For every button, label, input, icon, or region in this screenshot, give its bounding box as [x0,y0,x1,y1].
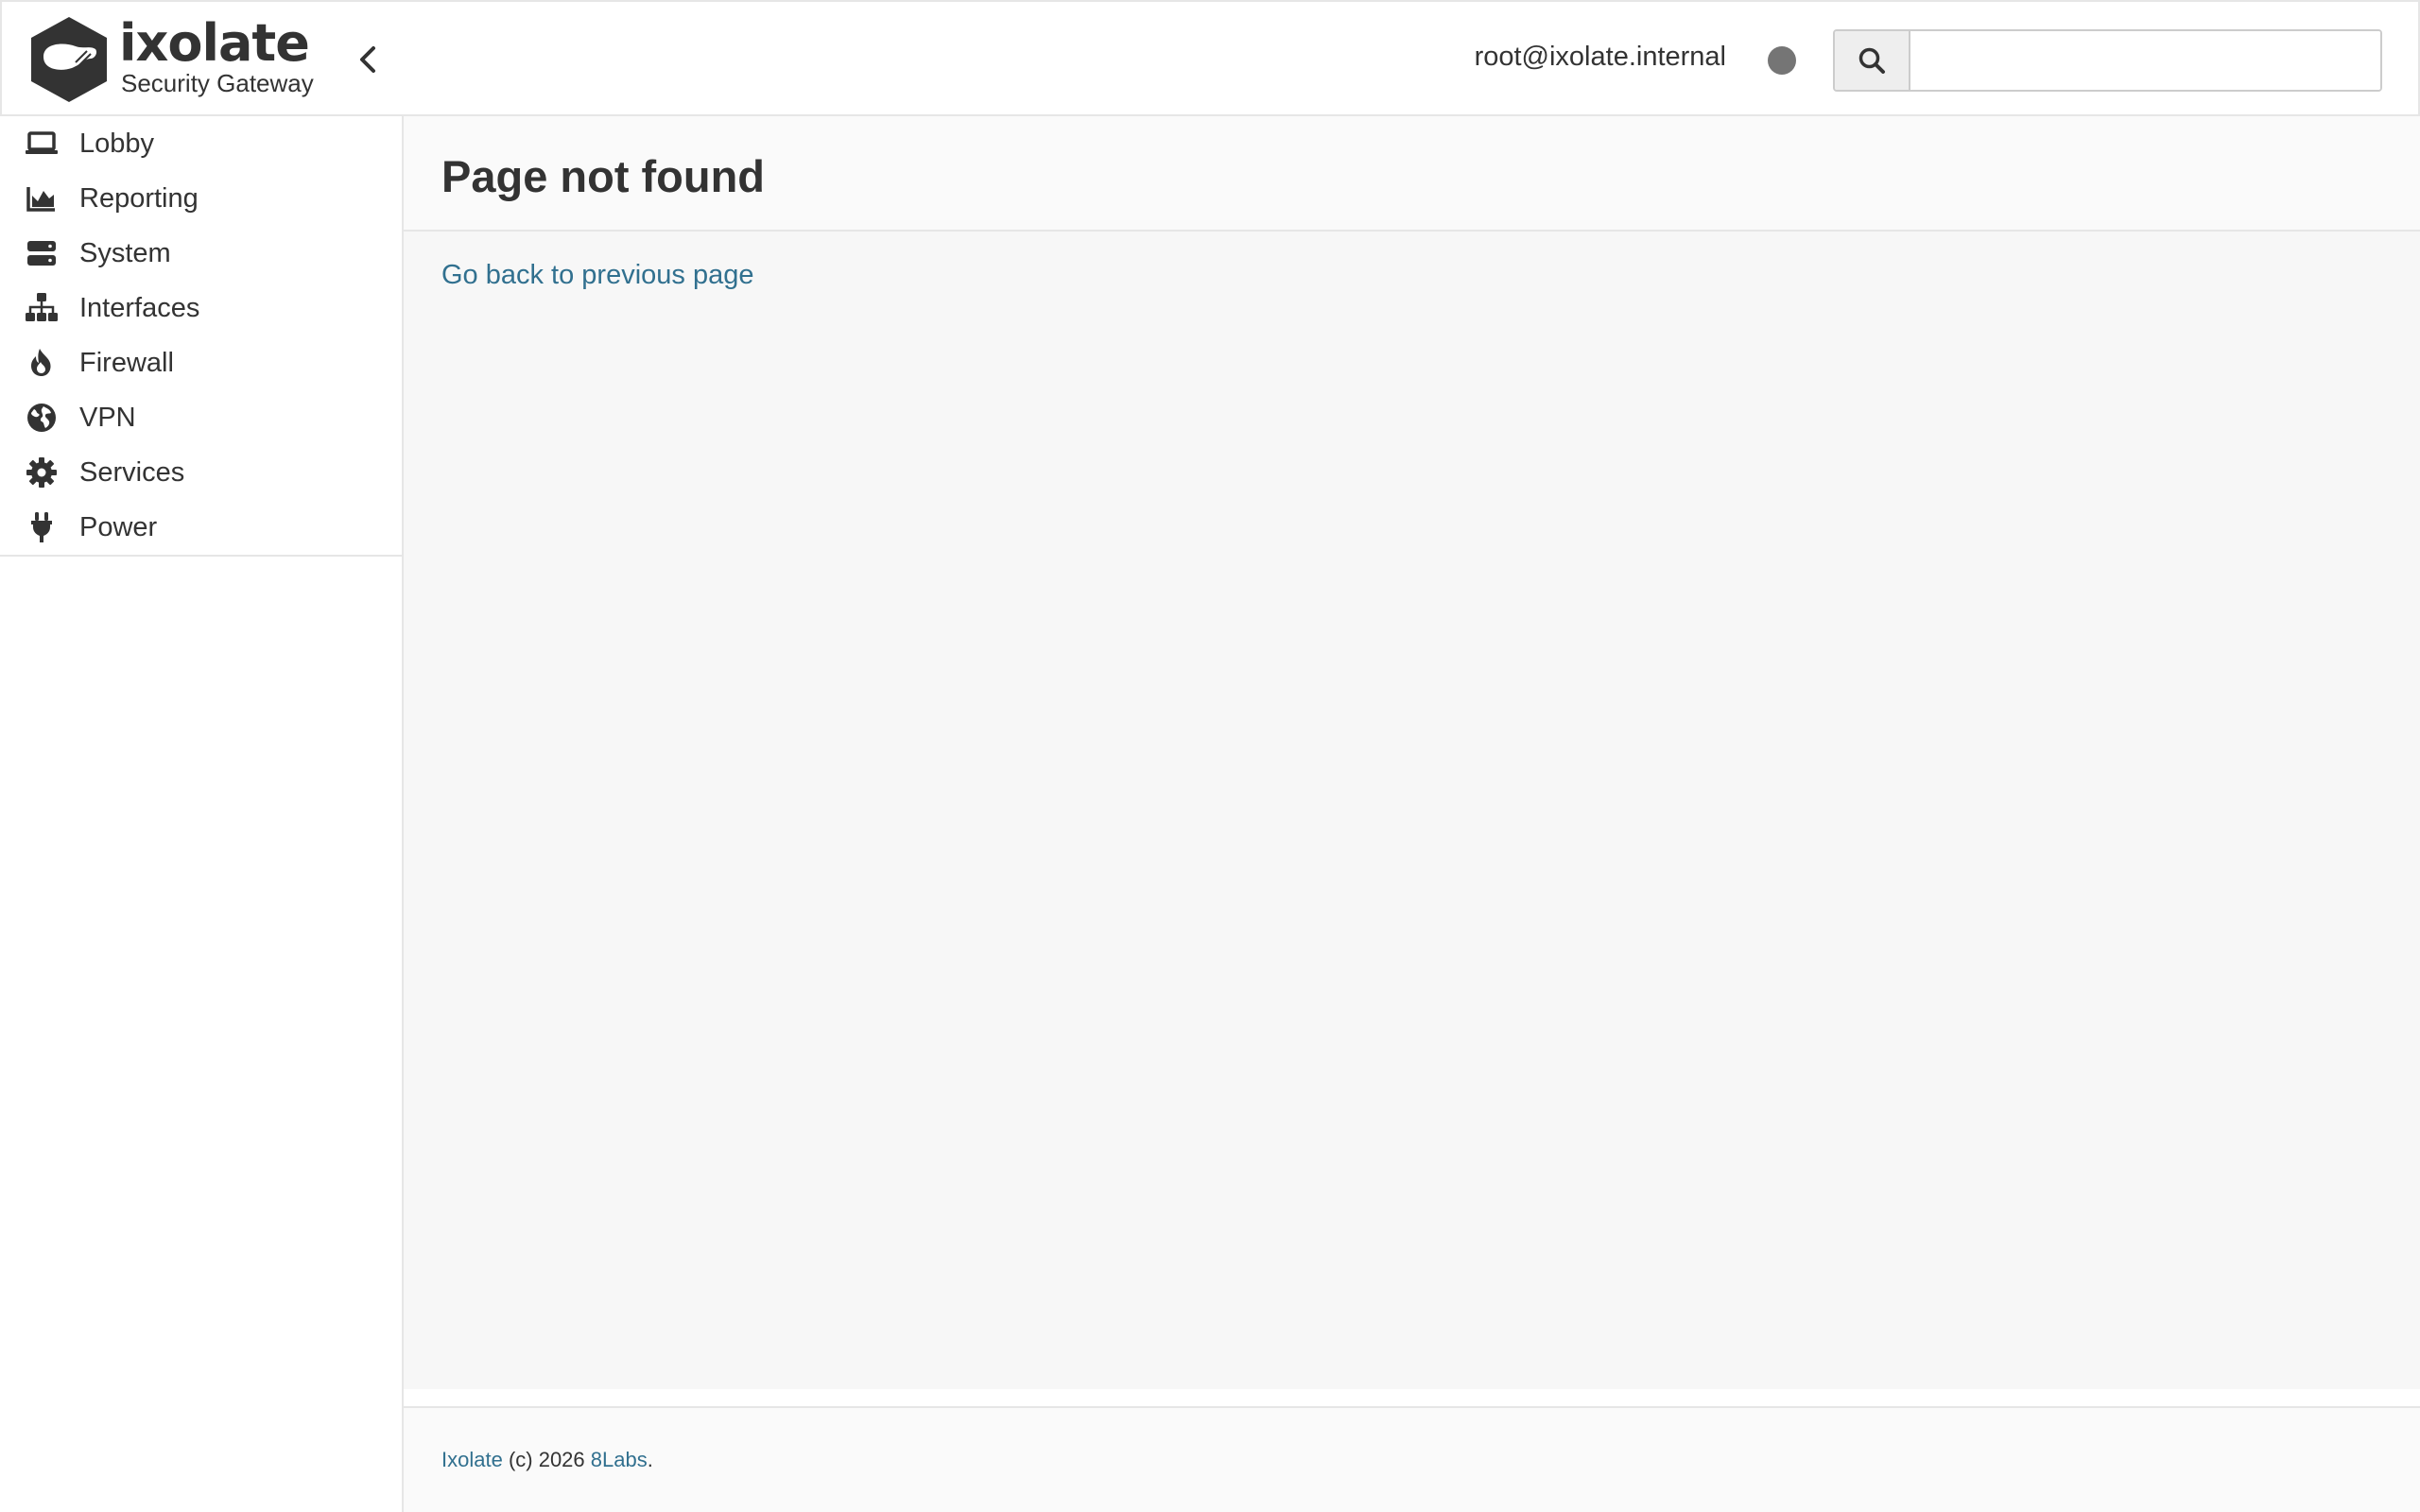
page-title: Page not found [441,150,766,201]
user-account-label[interactable]: root@ixolate.internal [1475,42,1726,73]
sidebar-item-interfaces[interactable]: Interfaces [0,281,402,335]
app-root: ixolate Security Gateway root@ixolate.in… [0,0,2420,1512]
page-header: Page not found [404,116,2420,232]
go-back-link[interactable]: Go back to previous page [441,260,753,290]
sidebar-item-label: Interfaces [79,292,200,323]
sidebar-menu: Lobby Reporting System Interfaces Firewa… [0,116,402,557]
laptop-icon [25,127,59,161]
sidebar-item-firewall[interactable]: Firewall [0,335,402,390]
footer-product-link[interactable]: Ixolate [441,1448,503,1472]
sidebar-item-power[interactable]: Power [0,500,402,555]
ixolate-logo-icon [31,17,107,102]
sidebar-item-label: Power [79,511,158,542]
sidebar-item-reporting[interactable]: Reporting [0,171,402,226]
sidebar-item-label: Services [79,456,185,488]
page-body: Go back to previous page [404,232,2420,319]
search-box [1833,29,2382,92]
brand-name: ixolate [119,13,310,73]
sidebar-item-label: Reporting [79,182,199,214]
server-icon [25,236,59,270]
brand-tagline: Security Gateway [121,69,314,97]
footer-suffix: . [647,1448,653,1471]
cog-icon [25,455,59,490]
brand-logo-link[interactable]: ixolate Security Gateway [28,15,314,104]
brand-text: ixolate Security Gateway [119,18,314,97]
chevron-left-icon [360,46,375,73]
sidebar-collapse-button[interactable] [352,43,384,76]
sidebar-item-label: System [79,237,171,268]
page-footer: Ixolate (c) 2026 8Labs . [404,1406,2420,1512]
sidebar-item-vpn[interactable]: VPN [0,390,402,445]
status-indicator-icon[interactable] [1768,46,1796,75]
sidebar-item-lobby[interactable]: Lobby [0,116,402,171]
sidebar-item-label: Firewall [79,347,174,378]
sidebar-item-label: VPN [79,402,136,433]
sitemap-icon [25,291,59,325]
main-content: Page not found Go back to previous page [404,116,2420,1389]
fire-icon [25,346,59,380]
search-input[interactable] [1910,31,2380,90]
sidebar-item-label: Lobby [79,128,155,159]
search-icon[interactable] [1835,31,1910,90]
sidebar: Lobby Reporting System Interfaces Firewa… [0,116,404,1512]
globe-icon [25,401,59,435]
footer-copyright-text: (c) 2026 [502,1448,591,1471]
top-navbar: ixolate Security Gateway root@ixolate.in… [0,0,2420,116]
plug-icon [25,510,59,544]
sidebar-item-system[interactable]: System [0,226,402,281]
sidebar-item-services[interactable]: Services [0,445,402,500]
footer-company-link[interactable]: 8Labs [591,1448,648,1472]
area-chart-icon [25,181,59,215]
